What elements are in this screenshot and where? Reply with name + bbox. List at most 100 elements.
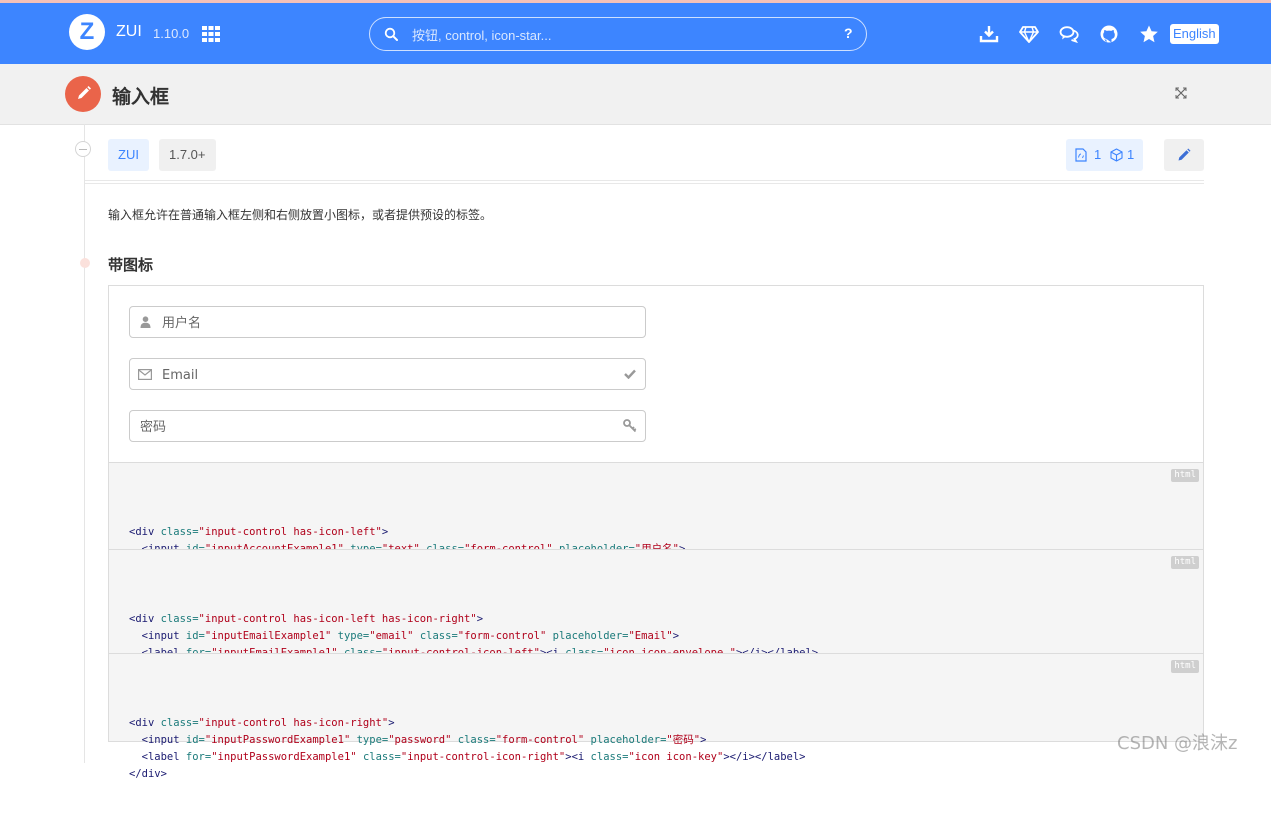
code-token: class= xyxy=(160,717,199,729)
apps-grid-icon[interactable] xyxy=(202,26,220,42)
envelope-icon xyxy=(138,369,152,380)
code-lang-label: html xyxy=(1171,660,1199,673)
code-token: "inputEmailExample1" xyxy=(204,630,332,642)
code-token: > xyxy=(672,630,680,642)
code-line: <div class="input-control has-icon-left"… xyxy=(129,524,1183,541)
password-field[interactable] xyxy=(129,410,646,442)
code-token: > xyxy=(388,717,395,729)
download-icon[interactable] xyxy=(979,25,999,43)
diamond-icon[interactable] xyxy=(1019,25,1039,43)
edit-button[interactable] xyxy=(1164,139,1204,171)
divider xyxy=(85,180,1204,184)
email-field[interactable] xyxy=(129,358,646,390)
doc-icon xyxy=(1075,148,1087,162)
close-icon[interactable] xyxy=(1174,86,1188,100)
code-token: > xyxy=(381,526,389,538)
help-icon[interactable]: ? xyxy=(844,25,853,41)
code-token: <label xyxy=(129,751,186,763)
timeline-line xyxy=(84,124,85,763)
code-line: <div class="input-control has-icon-right… xyxy=(129,715,1183,732)
brand-name[interactable]: ZUI xyxy=(116,23,142,41)
github-icon[interactable] xyxy=(1099,25,1119,43)
code-token: class= xyxy=(457,734,496,746)
code-token: placeholder= xyxy=(590,734,667,746)
code-token: "icon icon-key" xyxy=(628,751,724,763)
code-token: class= xyxy=(160,613,199,625)
version-badge: 1.7.0+ xyxy=(159,139,216,171)
search-icon xyxy=(384,27,398,41)
code-token: "密码" xyxy=(666,734,701,746)
code-token: <div xyxy=(129,613,161,625)
code-token: "password" xyxy=(388,734,452,746)
key-icon xyxy=(623,419,637,433)
check-icon xyxy=(624,369,636,379)
section-header: 输入框 xyxy=(0,64,1271,125)
code-token: for= xyxy=(185,751,212,763)
code-line: <label for="inputPasswordExample1" class… xyxy=(129,749,1183,766)
code-token: placeholder= xyxy=(552,630,629,642)
watermark: CSDN @浪沫z xyxy=(1117,733,1238,754)
section-title: 带图标 xyxy=(108,256,154,274)
code-line: <input id="inputEmailExample1" type="ema… xyxy=(129,628,1183,645)
username-input[interactable] xyxy=(160,313,634,333)
code-token: class= xyxy=(419,630,458,642)
module-count: 1 xyxy=(1127,147,1135,162)
search-box[interactable]: ? xyxy=(369,17,867,51)
cube-icon xyxy=(1110,148,1123,162)
email-input[interactable] xyxy=(160,365,604,385)
code-token: id= xyxy=(185,734,205,746)
code-token: "input-control has-icon-left" xyxy=(198,526,382,538)
code-token: <input xyxy=(129,630,186,642)
search-input[interactable] xyxy=(410,24,834,46)
user-icon xyxy=(140,316,151,328)
code-token: ><i xyxy=(565,751,591,763)
code-token: > xyxy=(476,613,484,625)
code-token: ></i></label> xyxy=(723,751,806,763)
code-token: "email" xyxy=(369,630,414,642)
code-block: html <div class="input-control has-icon-… xyxy=(109,549,1203,693)
code-token: <div xyxy=(129,717,161,729)
code-token: > xyxy=(700,734,707,746)
navbar: Z ZUI 1.10.0 ? English xyxy=(0,3,1271,64)
code-lang-label: html xyxy=(1171,556,1199,569)
code-token: "inputPasswordExample1" xyxy=(211,751,357,763)
code-token: class= xyxy=(590,751,629,763)
code-token: "input-control-icon-right" xyxy=(400,751,566,763)
code-token: id= xyxy=(185,630,205,642)
code-line: <input id="inputPasswordExample1" type="… xyxy=(129,732,1183,749)
timeline-marker xyxy=(80,258,90,268)
code-line: <div class="input-control has-icon-left … xyxy=(129,611,1183,628)
logo-z-icon[interactable]: Z xyxy=(69,14,105,50)
code-block: html <div class="input-control has-icon-… xyxy=(109,462,1203,589)
doc-count: 1 xyxy=(1094,147,1102,162)
collapse-toggle-icon[interactable] xyxy=(75,141,91,157)
language-switch-button[interactable]: English xyxy=(1170,24,1219,44)
code-line: </div> xyxy=(129,766,1183,783)
chat-icon[interactable] xyxy=(1059,25,1079,43)
pencil-icon xyxy=(1178,148,1191,161)
code-token: "input-control has-icon-left has-icon-ri… xyxy=(198,613,477,625)
description-text: 输入框允许在普通输入框左侧和右侧放置小图标，或者提供预设的标签。 xyxy=(108,208,493,222)
code-token: "Email" xyxy=(628,630,673,642)
library-badge[interactable]: ZUI xyxy=(108,139,149,171)
page-title: 输入框 xyxy=(112,86,170,108)
code-body: <div class="input-control has-icon-right… xyxy=(129,715,1183,783)
stats-button[interactable]: 1 1 xyxy=(1066,139,1143,171)
demo-box: html <div class="input-control has-icon-… xyxy=(108,285,1204,780)
edit-pencil-icon xyxy=(65,76,101,112)
code-token: type= xyxy=(356,734,389,746)
code-token: class= xyxy=(362,751,401,763)
username-field[interactable] xyxy=(129,306,646,338)
code-token: type= xyxy=(337,630,370,642)
code-token: "inputPasswordExample1" xyxy=(204,734,351,746)
brand-version: 1.10.0 xyxy=(153,26,190,41)
code-token: <input xyxy=(129,734,186,746)
star-icon[interactable] xyxy=(1139,25,1159,43)
password-input[interactable] xyxy=(138,417,612,437)
code-token: <div xyxy=(129,526,161,538)
code-lang-label: html xyxy=(1171,469,1199,482)
code-token: "input-control has-icon-right" xyxy=(198,717,389,729)
code-token: "form-control" xyxy=(457,630,547,642)
code-token: class= xyxy=(160,526,199,538)
code-token: "form-control" xyxy=(495,734,585,746)
